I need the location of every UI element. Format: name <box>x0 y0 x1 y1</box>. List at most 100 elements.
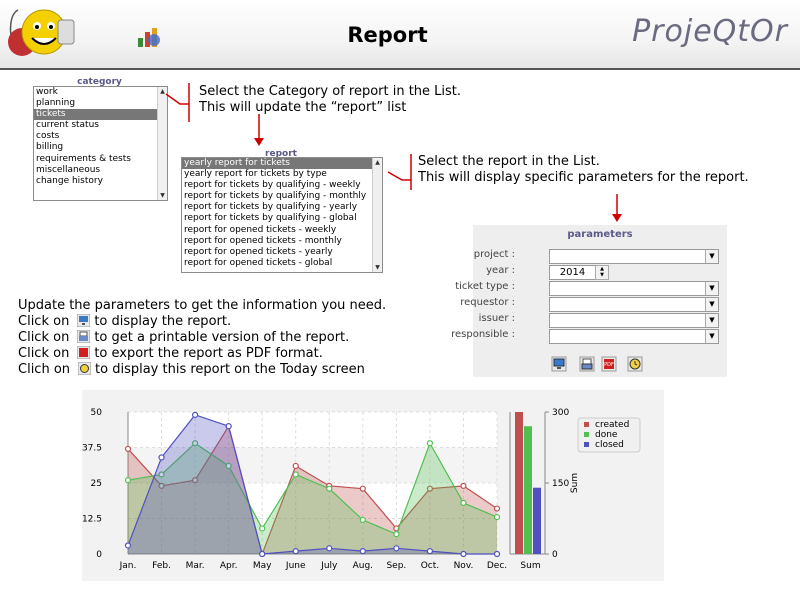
ticket-type-select[interactable]: ▼ <box>549 281 719 296</box>
pdf-export-button[interactable]: PDF <box>601 356 617 372</box>
hint-line2-prefix: Click on <box>18 314 70 329</box>
report-list-item[interactable]: report for opened tickets - weekly <box>182 225 372 236</box>
hints-block: Update the parameters to get the informa… <box>18 298 386 378</box>
callout-bracket-2 <box>387 154 412 190</box>
report-list-item[interactable]: yearly report for tickets <box>182 158 372 170</box>
chevron-down-icon[interactable]: ▼ <box>705 314 718 327</box>
year-input[interactable]: 2014 <box>549 265 596 280</box>
legend-label-done: done <box>595 430 618 440</box>
x-tick-label: Feb. <box>152 561 171 571</box>
scroll-down-icon[interactable]: ▼ <box>158 191 167 200</box>
category-list-item[interactable]: current status <box>34 120 157 131</box>
done-point <box>326 485 333 492</box>
chevron-down-icon[interactable]: ▼ <box>705 330 718 343</box>
category-list-item[interactable]: requirements & tests <box>34 154 157 165</box>
param-row-project: project : ▼ <box>473 249 727 264</box>
chevron-down-icon[interactable]: ▼ <box>705 250 718 263</box>
closed-point <box>493 550 501 558</box>
report-chart-svg: 0 12.5 25 37.5 50 Jan. Feb. Mar. Apr. May June July… <box>82 408 641 571</box>
param-row-responsible: responsible : ▼ <box>451 329 727 344</box>
hint-line4-prefix: Click on <box>18 346 70 361</box>
instruction-category-line1: Select the Category of report in the Lis… <box>199 84 462 99</box>
category-list[interactable]: work planning tickets current status costs bi… <box>33 86 168 201</box>
x-tick-label: Jan. <box>119 561 137 571</box>
report-list-item[interactable]: report for tickets by qualifying - month… <box>182 191 372 202</box>
category-list-item[interactable]: work <box>34 87 157 98</box>
issuer-select[interactable]: ▼ <box>549 313 719 328</box>
category-list-item[interactable]: miscellaneous <box>34 165 157 176</box>
report-list-scrollbar[interactable]: ▲ ▼ <box>372 158 382 272</box>
display-report-button[interactable] <box>551 356 567 372</box>
callout-bracket-1 <box>165 83 190 122</box>
x-tick-label: May <box>253 561 272 571</box>
requestor-select[interactable]: ▼ <box>549 297 719 312</box>
report-list-item[interactable]: report for opened tickets - monthly <box>182 236 372 247</box>
category-list-item[interactable]: costs <box>34 131 157 142</box>
x-tick-label: Mar. <box>186 561 205 571</box>
report-list-item[interactable]: report for opened tickets - yearly <box>182 247 372 258</box>
monitor-icon <box>77 314 91 327</box>
y-tick-label: 25 <box>91 479 102 489</box>
legend-swatch-closed <box>584 442 589 447</box>
x-tick-label: Dec. <box>487 561 507 571</box>
today-screen-button[interactable] <box>627 356 643 372</box>
instruction-report-line1: Select the report in the List. <box>418 154 600 169</box>
hint-line4: Click on to export the report as PDF form… <box>18 346 386 362</box>
done-point <box>426 440 434 447</box>
y-tick-label: 37.5 <box>82 444 102 454</box>
done-point <box>359 516 366 524</box>
chevron-down-icon[interactable]: ▼ <box>705 298 718 311</box>
param-row-ticket-type: ticket type : ▼ <box>455 281 727 296</box>
report-list[interactable]: yearly report for tickets yearly report f… <box>181 157 383 273</box>
report-list-item[interactable]: report for opened tickets - global <box>182 258 372 269</box>
arrow-down-icon <box>612 194 622 222</box>
done-sum-bar <box>524 426 532 554</box>
report-list-item[interactable]: report for tickets by qualifying - globa… <box>182 213 372 224</box>
done-point <box>460 499 467 506</box>
today-icon <box>78 362 92 375</box>
created-sum-bar <box>515 412 523 554</box>
project-select[interactable]: ▼ <box>549 249 719 264</box>
hint-line5: Clich on to display this report on the To… <box>18 362 386 378</box>
closed-point <box>259 550 266 558</box>
hint-line4-suffix: to export the report as PDF format. <box>94 346 323 361</box>
param-row-year: year : 2014 ▲ ▼ <box>473 265 727 280</box>
sum-tick-label: 150 <box>552 479 569 489</box>
hint-line2-suffix: to display the report. <box>94 314 232 329</box>
arrow-down-icon <box>254 114 264 146</box>
scroll-up-icon[interactable]: ▲ <box>373 158 382 167</box>
parameters-title: parameters <box>567 229 633 240</box>
print-report-button[interactable] <box>579 356 595 372</box>
category-list-item[interactable]: planning <box>34 98 157 109</box>
closed-point <box>225 423 232 430</box>
year-spinner[interactable]: ▲ ▼ <box>595 265 609 280</box>
closed-point <box>426 548 434 555</box>
x-tick-label: July <box>320 561 338 571</box>
report-list-item[interactable]: report for tickets by qualifying - weekl… <box>182 180 372 191</box>
category-list-item[interactable]: change history <box>34 176 157 187</box>
svg-text:PDF: PDF <box>604 362 614 368</box>
issuer-label: issuer : <box>478 313 515 324</box>
instruction-category-line2: This will update the “report” list <box>199 100 407 115</box>
ticket-type-label: ticket type : <box>455 281 515 292</box>
hint-line3-suffix: to get a printable version of the report… <box>94 330 350 345</box>
done-point <box>124 477 132 484</box>
spin-down-icon[interactable]: ▼ <box>596 272 608 278</box>
closed-point <box>292 548 299 555</box>
instruction-report: Select the report in the List. This will… <box>418 154 749 186</box>
header-bar: Report ProjeQtOr <box>0 0 800 70</box>
responsible-select[interactable]: ▼ <box>549 329 719 344</box>
x-tick-label: Apr. <box>220 561 238 571</box>
chevron-down-icon[interactable]: ▼ <box>705 282 718 295</box>
scroll-down-icon[interactable]: ▼ <box>373 263 382 272</box>
closed-sum-bar <box>533 487 541 554</box>
category-list-item[interactable]: billing <box>34 142 157 153</box>
param-row-requestor: requestor : ▼ <box>460 297 727 312</box>
report-list-item[interactable]: yearly report for tickets by type <box>182 169 372 180</box>
report-list-item[interactable]: report for tickets by qualifying - yearl… <box>182 202 372 213</box>
closed-point <box>359 548 366 555</box>
y-tick-label: 0 <box>96 550 102 560</box>
sum-tick-label: 300 <box>552 408 569 418</box>
category-list-item[interactable]: tickets <box>34 109 157 121</box>
created-point <box>493 505 501 512</box>
